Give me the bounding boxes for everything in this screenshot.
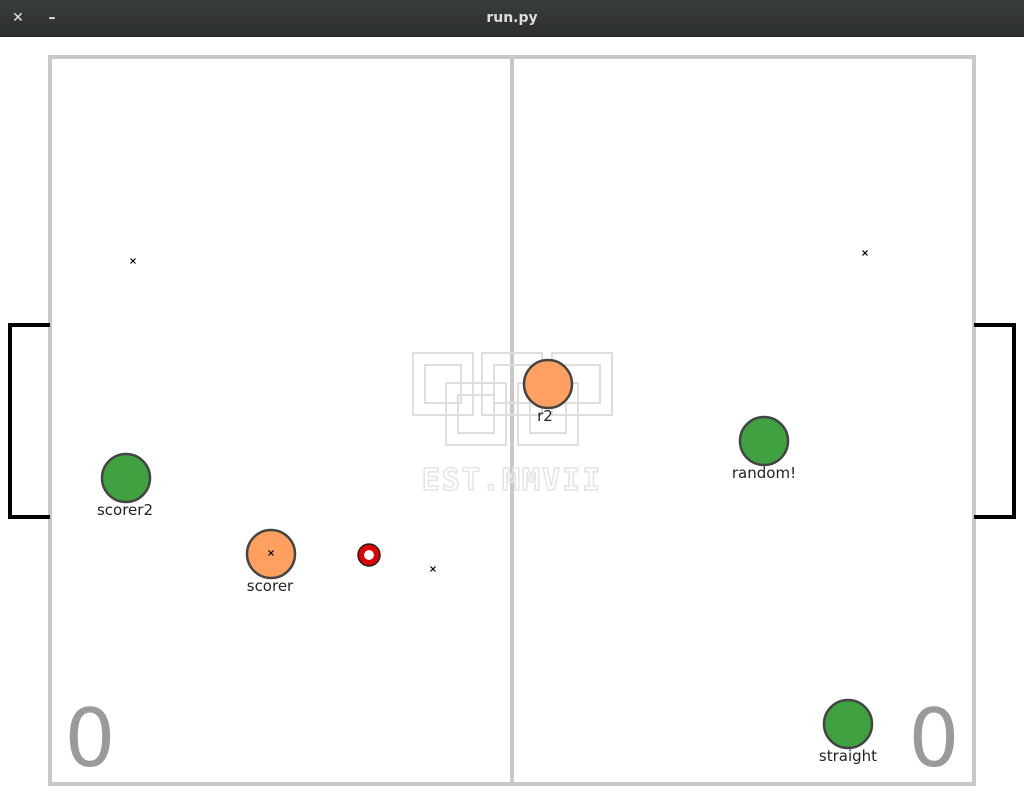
player-token-green[interactable] bbox=[100, 452, 152, 504]
player-token-green[interactable] bbox=[822, 698, 874, 750]
logo-text: EST.MMVII bbox=[422, 463, 603, 498]
player-straight[interactable]: straight bbox=[819, 698, 877, 765]
right-goal bbox=[974, 323, 1016, 519]
target-marker bbox=[130, 258, 136, 264]
player-token-green[interactable] bbox=[738, 415, 790, 467]
target-markers bbox=[130, 250, 868, 572]
player-scorer2[interactable]: scorer2 bbox=[97, 452, 153, 519]
game-canvas: EST.MMVII r2 scorer scorer2 random! stra… bbox=[8, 55, 1016, 786]
player-label: straight bbox=[819, 747, 877, 765]
player-label: scorer bbox=[247, 577, 294, 595]
player-token-orange[interactable] bbox=[522, 358, 574, 410]
player-label: scorer2 bbox=[97, 501, 153, 519]
ball-icon[interactable] bbox=[357, 543, 381, 567]
target-marker bbox=[430, 566, 436, 572]
target-marker bbox=[862, 250, 868, 256]
score-left: 0 bbox=[65, 692, 116, 785]
score-right: 0 bbox=[909, 692, 960, 785]
player-scorer[interactable]: scorer bbox=[245, 528, 297, 595]
player-random[interactable]: random! bbox=[732, 415, 796, 482]
player-label: random! bbox=[732, 464, 796, 482]
left-goal bbox=[8, 323, 50, 519]
player-token-orange[interactable] bbox=[245, 528, 297, 580]
player-label: r2 bbox=[537, 407, 553, 425]
